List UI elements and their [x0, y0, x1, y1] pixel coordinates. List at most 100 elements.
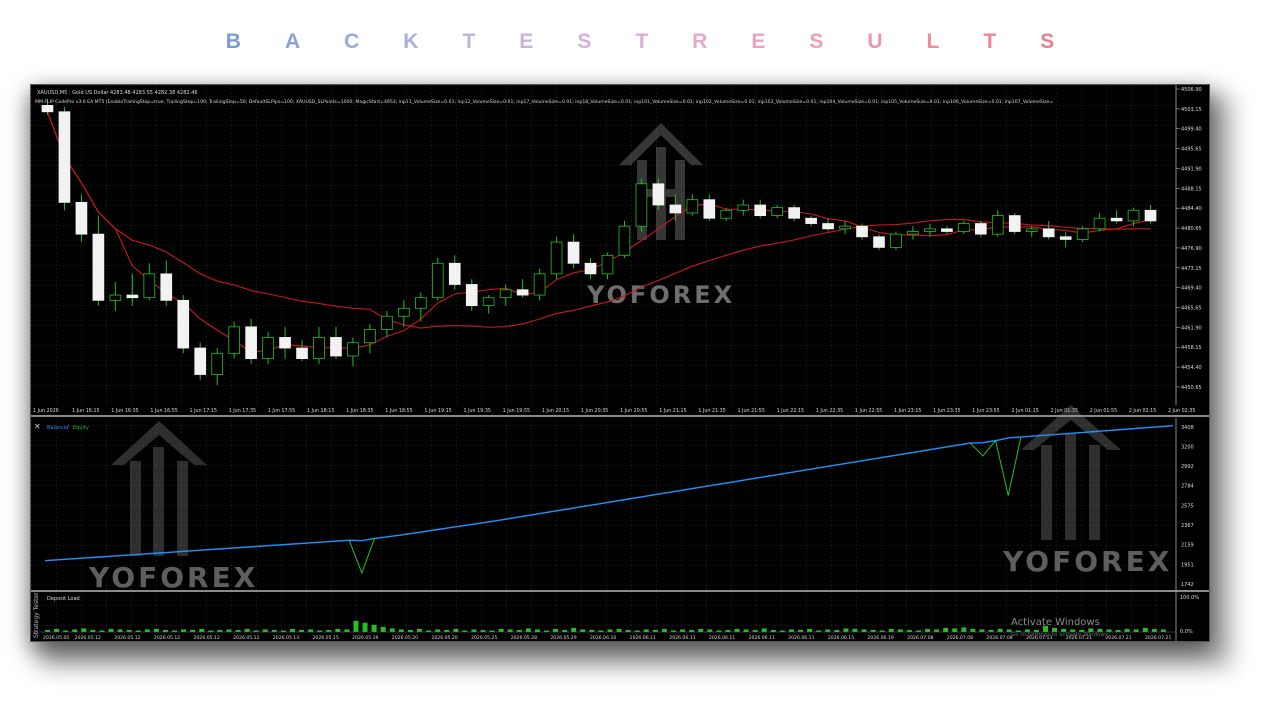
balance-tick-label: 1742	[1181, 582, 1194, 588]
date-tick-label: 2026.06.19	[868, 635, 894, 641]
yoforex-watermark-text: YOFOREX	[586, 281, 735, 309]
deposit-load-bar	[326, 629, 332, 632]
candle-bull	[618, 225, 631, 256]
candle-bull	[890, 233, 902, 248]
price-tick-label: 4480.65	[1181, 226, 1202, 232]
date-tick-label: 2026.05.12	[114, 635, 140, 641]
deposit-load-bar	[1133, 629, 1139, 632]
candle-bear	[41, 105, 54, 113]
deposit-load-bar	[153, 628, 159, 632]
date-tick-label: 2026.07.08	[986, 635, 1012, 641]
time-tick-label: 1 Jun 18:15	[307, 408, 334, 414]
time-axis: 1 Jun 2026 1 Jun 16:15 1 Jun 16:35 1 Jun 16…	[33, 408, 1195, 414]
deposit-load-bar	[534, 629, 540, 632]
date-tick-label: 2026.05.12	[75, 635, 101, 641]
price-tick-label: 4450.65	[1181, 385, 1202, 391]
deposit-load-bar	[398, 629, 404, 632]
candle-bear	[126, 294, 139, 299]
yoforex-watermark-text-right: YOFOREX	[1002, 545, 1172, 578]
title-letter: C	[344, 30, 360, 53]
deposit-load-bar	[825, 629, 831, 632]
time-tick-label: 1 Jun 21:35	[698, 408, 725, 414]
date-tick-label: 2026.06.15	[828, 635, 854, 641]
deposit-load-bar	[788, 629, 794, 632]
candle-bull	[482, 297, 495, 307]
symbol-header: XAUUSD,M5 : Gold US Dollar 4283.48 4283.…	[37, 90, 198, 96]
legend-equity: Equity	[73, 425, 89, 431]
deposit-load-bar	[725, 629, 731, 632]
deposit-load-panel[interactable]: Deposit Load 100.0% 0.0% Strategy Tester…	[31, 592, 1199, 641]
date-tick-label: 2026.05.28	[511, 635, 537, 641]
date-tick-label: 2026.06.11	[788, 635, 814, 641]
deposit-load-bar	[45, 629, 50, 632]
time-tick-label: 1 Jun 19:55	[503, 408, 530, 414]
price-tick-label: 4499.40	[1181, 127, 1202, 133]
deposit-load-bar	[734, 628, 740, 632]
date-tick-label: 2026.05.19	[352, 635, 378, 641]
deposit-load-bar	[752, 629, 758, 632]
deposit-load-bar	[680, 629, 686, 632]
candle-bear	[1059, 236, 1072, 240]
time-tick-label: 2 Jun 02:35	[1168, 408, 1195, 414]
deposit-load-bar	[1151, 628, 1157, 632]
candle-bull	[109, 294, 122, 301]
price-tick-label: 4506.90	[1181, 87, 1202, 93]
deposit-load-bar	[181, 629, 187, 632]
close-icon[interactable]: ✕	[34, 422, 41, 431]
date-tick-label: 2026.05.12	[194, 635, 220, 641]
date-tick-label: 2026.06.10	[590, 635, 616, 641]
deposit-load-bar	[1124, 628, 1130, 632]
yoforex-watermark-text-left: YOFOREX	[88, 561, 258, 594]
deposit-load-bar	[625, 629, 631, 632]
time-tick-label: 1 Jun 16:55	[150, 408, 177, 414]
date-tick-label: 2026.05.25	[471, 635, 497, 641]
price-tick-label: 4465.65	[1181, 306, 1202, 312]
time-tick-label: 1 Jun 19:35	[464, 408, 491, 414]
candle-bull	[364, 329, 376, 344]
candle-bull	[228, 326, 240, 354]
deposit-load-bar	[54, 628, 60, 632]
time-tick-label: 1 Jun 23:55	[972, 408, 999, 414]
deposit-load-bar	[126, 629, 132, 632]
candle-bull	[313, 337, 325, 360]
candle-bear	[873, 236, 885, 248]
candle-bull	[211, 352, 224, 375]
deposit-load-bar	[553, 628, 559, 632]
deposit-load-bar	[589, 629, 595, 632]
balance-equity-panel[interactable]: ✕ Balance / Equity YOFOREX YOFOREX 34083…	[31, 405, 1194, 594]
candle-bear	[1144, 209, 1157, 222]
deposit-load-bar	[353, 620, 359, 632]
deposit-load-bar	[970, 628, 976, 632]
candle-bear	[669, 204, 682, 214]
deposit-load-bar	[698, 628, 704, 632]
strategy-tester-window: 4506.90 4503.15 4499.40 4495.65 4491.90 4488.…	[30, 84, 1210, 642]
deposit-load-axis-top: 100.0%	[1180, 595, 1199, 601]
date-tick-label: 2026.05.20	[392, 635, 418, 641]
candle-bear	[941, 228, 953, 232]
time-tick-label: 2 Jun 01:15	[1011, 408, 1038, 414]
time-tick-label: 1 Jun 20:55	[620, 408, 647, 414]
candle-bear	[1008, 215, 1021, 232]
deposit-load-bar	[226, 629, 232, 632]
balance-tick-label: 2159	[1181, 543, 1194, 549]
date-tick-label: 2026.05.05	[43, 635, 69, 641]
candle-bull	[431, 262, 444, 299]
candle-bull	[958, 223, 970, 232]
deposit-load-bar	[289, 628, 295, 632]
candle-bear	[177, 299, 190, 349]
deposit-load-bar	[852, 628, 858, 632]
time-tick-label: 1 Jun 21:15	[659, 408, 686, 414]
candle-bull	[635, 183, 648, 227]
deposit-load-bar	[144, 629, 150, 632]
price-chart-panel[interactable]: 4506.90 4503.15 4499.40 4495.65 4491.90 4488.…	[31, 85, 1202, 414]
deposit-load-bar	[979, 629, 985, 632]
candle-bear	[75, 201, 88, 235]
candle-bull	[686, 199, 699, 214]
candle-bear	[58, 111, 71, 203]
strategy-tester-tab[interactable]: Strategy Tester	[33, 592, 40, 638]
price-tick-label: 4491.90	[1181, 166, 1202, 172]
deposit-load-bar	[108, 628, 114, 632]
time-tick-label: 1 Jun 17:35	[229, 408, 256, 414]
price-tick-label: 4469.40	[1181, 286, 1202, 292]
title-letter: E	[751, 30, 766, 53]
